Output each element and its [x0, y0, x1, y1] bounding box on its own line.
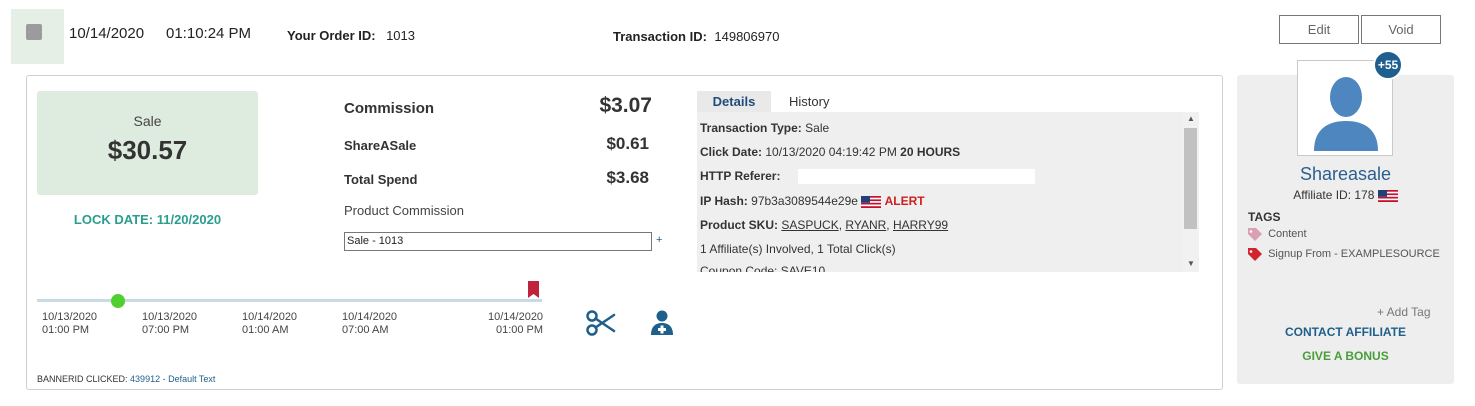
tick-date: 10/14/2020 [488, 311, 544, 323]
banner-label: BANNERID CLICKED: [37, 374, 128, 384]
tick-date: 10/14/2020 [242, 311, 298, 323]
void-button[interactable]: Void [1361, 15, 1441, 44]
ip-hash-row: IP Hash: 97b3a3089544e29e ALERT [700, 194, 925, 208]
affiliate-id: Affiliate ID: 178 [1237, 188, 1454, 202]
detail-label: HTTP Referer: [700, 169, 781, 183]
sale-label: Sale [133, 113, 162, 129]
coupon-code-row: Coupon Code: SAVE10 [700, 264, 826, 272]
tag-label: Signup From - EXAMPLESOURCE [1268, 248, 1440, 261]
detail-value: 97b3a3089544e29e [751, 194, 858, 208]
detail-label: Click Date: [700, 145, 763, 159]
select-checkbox-wrapper[interactable] [11, 9, 64, 64]
detail-value: Sale [805, 121, 830, 135]
user-silhouette-icon [1314, 77, 1378, 151]
product-sku-row: Product SKU: SASPUCK, RYANR, HARRY99 [700, 218, 949, 232]
timeline-tick: 10/14/2020 07:00 AM [342, 311, 397, 337]
total-spend-label: Total Spend [344, 172, 418, 187]
order-id-value: 1013 [386, 28, 415, 43]
click-age: 20 HOURS [900, 145, 961, 159]
transaction-id-value: 149806970 [714, 29, 780, 44]
sale-summary-box: Sale $30.57 [37, 91, 258, 195]
tab-history[interactable]: History [789, 91, 829, 112]
sku-link[interactable]: SASPUCK [781, 218, 838, 232]
affiliate-name[interactable]: Shareasale [1237, 164, 1454, 185]
lock-date: LOCK DATE: 11/20/2020 [73, 212, 222, 227]
banner-link[interactable]: 439912 - Default Text [130, 374, 215, 384]
sku-link[interactable]: RYANR [845, 218, 886, 232]
tick-time: 01:00 AM [242, 324, 289, 336]
banner-clicked: BANNERID CLICKED: 439912 - Default Text [37, 374, 215, 384]
timeline-tick: 10/13/2020 07:00 PM [142, 311, 197, 337]
tags-title: TAGS [1248, 210, 1281, 224]
order-id-group: Your Order ID: 1013 [287, 27, 415, 45]
sku-link[interactable]: HARRY99 [893, 218, 948, 232]
product-commission-label: Product Commission [344, 203, 464, 218]
shareasale-fee-label: ShareASale [344, 138, 417, 153]
select-checkbox[interactable] [26, 24, 42, 40]
transaction-id-group: Transaction ID: 149806970 [613, 28, 779, 46]
transaction-time: 01:10:24 PM [166, 25, 252, 42]
sale-marker-icon[interactable] [528, 281, 539, 301]
commission-label: Commission [344, 100, 435, 117]
detail-label: Transaction Type: [700, 121, 802, 135]
tick-time: 07:00 AM [342, 324, 389, 336]
scroll-down-icon[interactable]: ▼ [1183, 257, 1199, 271]
add-product-commission-link[interactable]: + [656, 234, 662, 246]
tag-item[interactable]: Content [1248, 227, 1307, 241]
affiliate-id-text: Affiliate ID: 178 [1293, 188, 1375, 202]
transaction-id-label: Transaction ID: [613, 29, 707, 44]
tick-time: 07:00 PM [142, 324, 190, 336]
tag-icon [1248, 227, 1262, 241]
transaction-date: 10/14/2020 [69, 25, 145, 42]
tick-time: 01:00 PM [42, 324, 90, 336]
tick-date: 10/14/2020 [342, 311, 398, 323]
sale-amount: $30.57 [107, 135, 188, 165]
alert-badge[interactable]: ALERT [885, 194, 925, 208]
scroll-up-icon[interactable]: ▲ [1183, 112, 1199, 126]
order-id-label: Your Order ID: [287, 28, 376, 43]
transaction-type-row: Transaction Type: Sale [700, 121, 829, 135]
tick-date: 10/13/2020 [42, 311, 98, 323]
shareasale-fee-value: $0.61 [606, 134, 649, 153]
tick-date: 10/13/2020 [142, 311, 198, 323]
scissors-icon[interactable] [586, 310, 616, 336]
click-marker[interactable] [111, 294, 125, 308]
us-flag-icon [1377, 189, 1398, 202]
tag-item[interactable]: Signup From - EXAMPLESOURCE [1248, 247, 1440, 261]
total-spend-value: $3.68 [606, 168, 649, 187]
product-commission-select[interactable]: Sale - 1013 [344, 232, 652, 251]
click-date-row: Click Date: 10/13/2020 04:19:42 PM 20 HO… [700, 145, 960, 159]
scrollbar-thumb[interactable] [1184, 128, 1197, 229]
tag-icon [1248, 247, 1262, 261]
http-referer-value [797, 169, 1035, 185]
affiliates-involved-row: 1 Affiliate(s) Involved, 1 Total Click(s… [700, 242, 896, 256]
add-user-icon[interactable] [650, 310, 674, 336]
us-flag-icon [861, 195, 882, 208]
http-referer-row: HTTP Referer: [700, 169, 1035, 185]
add-tag-link[interactable]: + Add Tag [1377, 305, 1431, 319]
give-bonus-link[interactable]: GIVE A BONUS [1237, 349, 1454, 363]
timeline-tick: 10/14/2020 01:00 PM [488, 311, 543, 337]
details-panel: Transaction Type: Sale Click Date: 10/13… [697, 112, 1199, 272]
affiliate-count-badge: +55 [1373, 50, 1403, 80]
detail-label: IP Hash: [700, 194, 748, 208]
commission-value: $3.07 [599, 94, 652, 117]
detail-value: 10/13/2020 04:19:42 PM [765, 145, 897, 159]
contact-affiliate-link[interactable]: CONTACT AFFILIATE [1237, 325, 1454, 339]
detail-label: Product SKU: [700, 218, 778, 232]
tab-details[interactable]: Details [697, 91, 771, 112]
timeline-tick: 10/14/2020 01:00 AM [242, 311, 297, 337]
timeline-tick: 10/13/2020 01:00 PM [42, 311, 97, 337]
edit-button[interactable]: Edit [1279, 15, 1359, 44]
tag-label: Content [1268, 228, 1307, 241]
tick-time: 01:00 PM [495, 324, 544, 336]
